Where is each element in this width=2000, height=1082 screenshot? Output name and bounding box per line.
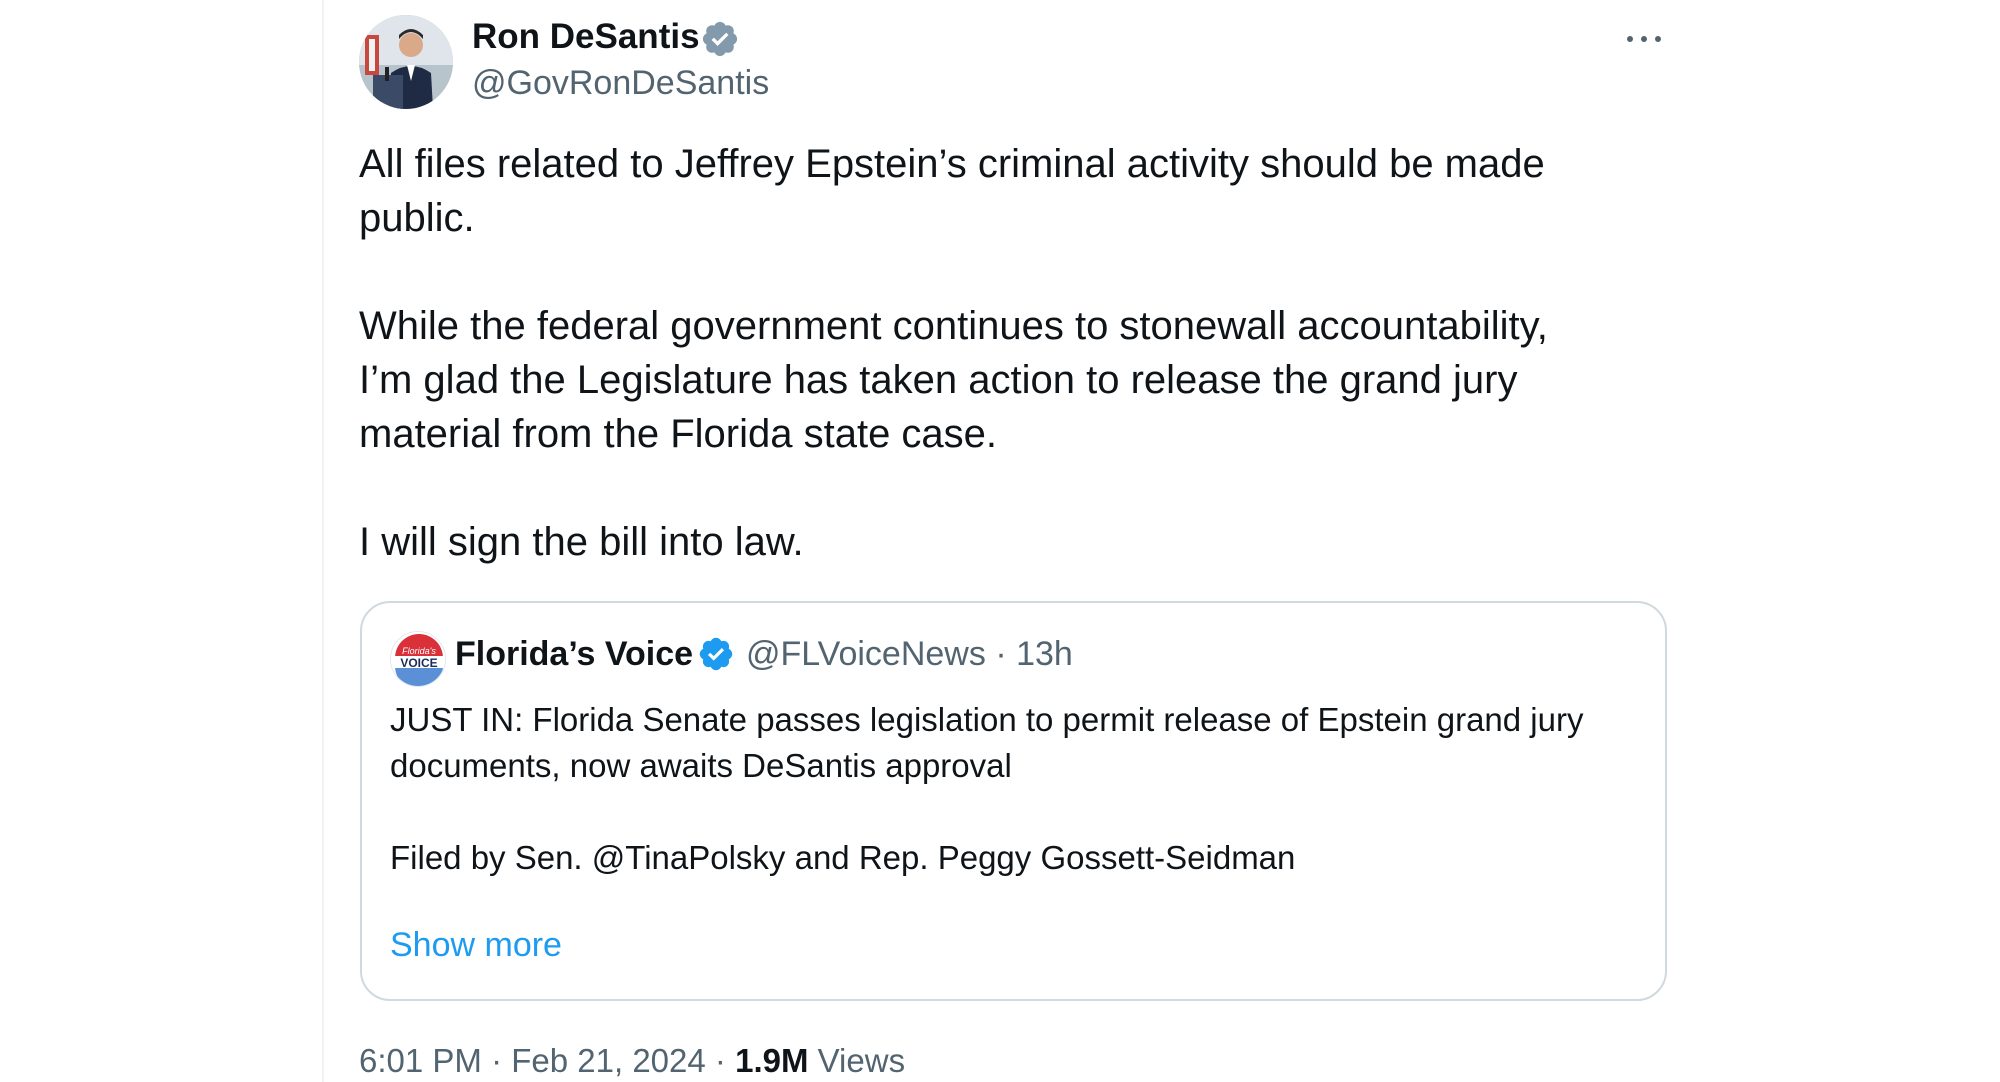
tweet-text: All files related to Jeffrey Epstein’s c…	[359, 137, 1659, 569]
author-avatar[interactable]	[359, 15, 453, 109]
tweet-line: public.	[359, 196, 475, 240]
show-more-link[interactable]: Show more	[390, 924, 562, 966]
timeline-divider	[322, 0, 324, 1082]
tweet-line: All files related to Jeffrey Epstein’s c…	[359, 142, 1545, 186]
quote-avatar-bottom-text: VOICE	[400, 656, 437, 670]
tweet-date[interactable]: Feb 21, 2024	[511, 1042, 706, 1079]
quote-author-name[interactable]: Florida’s Voice	[455, 633, 693, 675]
views-label[interactable]: Views	[818, 1042, 905, 1079]
tweet-line: material from the Florida state case.	[359, 412, 998, 456]
quote-line: JUST IN: Florida Senate passes legislati…	[390, 701, 1584, 738]
quote-line: Filed by Sen. @TinaPolsky and Rep. Peggy…	[390, 839, 1296, 876]
tweet-line: While the federal government continues t…	[359, 304, 1548, 348]
verified-badge-icon	[700, 19, 740, 59]
quote-separator: ·	[995, 635, 1007, 673]
views-count[interactable]: 1.9M	[735, 1042, 808, 1079]
quote-avatar-top-text: Florida's	[402, 646, 436, 656]
meta-separator: ·	[491, 1042, 503, 1079]
author-handle[interactable]: @GovRonDeSantis	[472, 62, 769, 104]
tweet-line: I’m glad the Legislature has taken actio…	[359, 358, 1518, 402]
quote-avatar[interactable]: Florida's VOICE	[390, 631, 446, 687]
verified-badge-icon	[697, 635, 735, 673]
meta-separator: ·	[714, 1042, 726, 1079]
quote-text: JUST IN: Florida Senate passes legislati…	[390, 697, 1650, 881]
page: Ron DeSantis @GovRonDeSantis All files r…	[0, 0, 2000, 1082]
tweet-line: I will sign the bill into law.	[359, 520, 804, 564]
quote-author-handle[interactable]: @FLVoiceNews	[746, 635, 986, 673]
tweet[interactable]: Ron DeSantis @GovRonDeSantis All files r…	[359, 0, 1669, 1082]
more-horizontal-icon[interactable]	[1621, 26, 1667, 52]
quote-time[interactable]: 13h	[1016, 635, 1073, 673]
tweet-time[interactable]: 6:01 PM	[359, 1042, 482, 1079]
quote-line: documents, now awaits DeSantis approval	[390, 747, 1012, 784]
quote-meta: @FLVoiceNews · 13h	[746, 633, 1073, 675]
tweet-meta: 6:01 PM · Feb 21, 2024 · 1.9M Views	[359, 1040, 905, 1082]
author-name[interactable]: Ron DeSantis	[472, 16, 700, 58]
quoted-tweet[interactable]: Florida's VOICE Florida’s Voice @FLVoice…	[360, 601, 1667, 1001]
